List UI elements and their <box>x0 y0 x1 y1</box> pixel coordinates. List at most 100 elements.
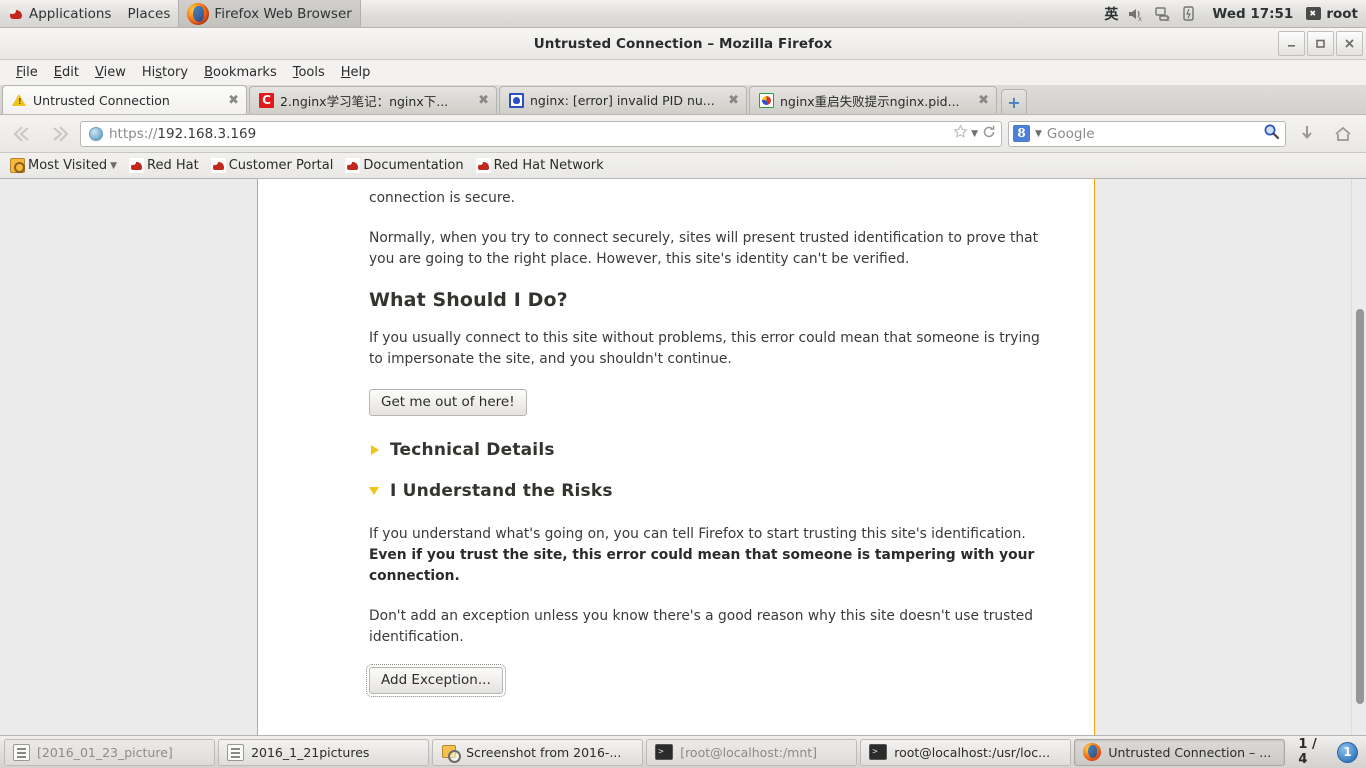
desktop-top-panel: Applications Places Firefox Web Browser … <box>0 0 1366 28</box>
input-method-indicator[interactable]: 英 <box>1104 4 1118 24</box>
bookmark-label: Red Hat Network <box>493 158 604 173</box>
section-i-understand-the-risks[interactable]: I Understand the Risks <box>369 481 1054 501</box>
tab-nginx-study-notes[interactable]: C 2.nginx学习笔记：nginx下... ✖ <box>249 86 497 114</box>
scrollbar-thumb[interactable] <box>1356 309 1364 704</box>
window-controls <box>1278 31 1363 56</box>
places-menu-label: Places <box>127 5 171 22</box>
bookmark-red-hat-network[interactable]: Red Hat Network <box>472 156 610 175</box>
taskbar-item-terminal-mnt[interactable]: [root@localhost:/mnt] <box>646 738 858 766</box>
taskbar-item-label: Screenshot from 2016-... <box>466 744 622 760</box>
section-title: Technical Details <box>390 440 555 460</box>
applications-menu[interactable]: Applications <box>0 0 119 27</box>
downloads-button[interactable] <box>1292 121 1322 147</box>
heading-what-should-i-do: What Should I Do? <box>369 289 568 311</box>
bookmark-label: Customer Portal <box>228 158 334 173</box>
paragraph-dont-add-exception: Don't add an exception unless you know t… <box>369 608 1033 645</box>
pie-icon <box>759 93 774 108</box>
taskbar-item-2016-1-21pictures[interactable]: 2016_1_21pictures <box>218 738 430 766</box>
redhat-menu-icon <box>8 6 24 22</box>
paragraph-understand-lead: If you understand what's going on, you c… <box>369 526 1026 542</box>
menu-history[interactable]: History <box>134 63 196 82</box>
bookmark-label: Most Visited <box>28 158 108 173</box>
panel-window-label: Firefox Web Browser <box>214 5 352 22</box>
menu-help[interactable]: Help <box>333 63 379 82</box>
bookmark-customer-portal[interactable]: Customer Portal <box>207 156 340 175</box>
svg-text:x: x <box>1166 15 1170 22</box>
tab-close-icon[interactable]: ✖ <box>728 93 739 108</box>
new-tab-button[interactable]: + <box>1001 89 1027 114</box>
search-engine-icon[interactable]: 8 <box>1013 125 1030 142</box>
clock[interactable]: Wed 17:51 <box>1208 6 1297 22</box>
taskbar-item-screenshot[interactable]: Screenshot from 2016-... <box>432 738 644 766</box>
home-button[interactable] <box>1328 121 1358 147</box>
menu-edit[interactable]: Edit <box>46 63 87 82</box>
tab-close-icon[interactable]: ✖ <box>478 93 489 108</box>
bookmark-red-hat[interactable]: Red Hat <box>125 156 205 175</box>
url-text: https://192.168.3.169 <box>109 126 947 142</box>
menu-file[interactable]: File <box>8 63 46 82</box>
back-button[interactable] <box>8 121 38 147</box>
tab-untrusted-connection[interactable]: Untrusted Connection ✖ <box>2 85 247 114</box>
battery-icon[interactable] <box>1181 5 1199 22</box>
taskbar-item-terminal-usr-local[interactable]: root@localhost:/usr/loc... <box>860 738 1072 766</box>
screenshot-icon <box>441 744 462 763</box>
warning-icon <box>12 93 27 108</box>
user-menu-label: root <box>1326 5 1358 22</box>
panel-window-firefox[interactable]: Firefox Web Browser <box>178 0 361 27</box>
chevron-down-icon[interactable]: ▼ <box>971 129 978 139</box>
search-icon[interactable] <box>1263 123 1280 144</box>
url-host: 192.168.3.169 <box>157 125 257 142</box>
bookmark-documentation[interactable]: Documentation <box>341 156 469 175</box>
taskbar-item-2016-01-23-picture[interactable]: [2016_01_23_picture] <box>4 738 216 766</box>
tab-nginx-invalid-pid[interactable]: nginx: [error] invalid PID nu... ✖ <box>499 86 747 114</box>
user-menu[interactable]: root <box>1306 6 1358 22</box>
file-manager-icon <box>227 743 245 761</box>
csdn-icon: C <box>259 93 274 108</box>
volume-muted-icon[interactable]: x <box>1127 6 1145 23</box>
most-visited-icon <box>10 158 25 173</box>
menu-tools[interactable]: Tools <box>285 63 333 82</box>
tab-nginx-restart-failed[interactable]: nginx重启失败提示nginx.pid... ✖ <box>749 86 997 114</box>
redhat-icon <box>475 158 491 173</box>
url-bar[interactable]: https://192.168.3.169 ▼ <box>80 120 1002 147</box>
taskbar-item-label: [2016_01_23_picture] <box>37 744 173 760</box>
tab-close-icon[interactable]: ✖ <box>228 93 239 108</box>
redhat-icon <box>129 158 145 173</box>
navigation-toolbar: https://192.168.3.169 ▼ 8 ▼ Google <box>0 115 1366 153</box>
firefox-icon <box>187 2 210 25</box>
search-bar[interactable]: 8 ▼ Google <box>1008 120 1286 147</box>
tab-label: 2.nginx学习笔记：nginx下... <box>280 94 449 109</box>
close-button[interactable] <box>1336 31 1363 56</box>
section-technical-details[interactable]: Technical Details <box>369 440 1054 460</box>
redhat-icon <box>210 158 226 173</box>
star-icon[interactable] <box>953 124 968 143</box>
firefox-window: Untrusted Connection – Mozilla Firefox F… <box>0 28 1366 735</box>
bookmark-most-visited[interactable]: Most Visited ▼ <box>6 156 123 175</box>
triangle-right-icon <box>371 445 379 455</box>
chevron-down-icon[interactable]: ▼ <box>1035 129 1042 139</box>
bookmark-label: Red Hat <box>147 158 199 173</box>
tab-label: nginx重启失败提示nginx.pid... <box>780 94 960 109</box>
reload-icon[interactable] <box>981 124 997 144</box>
forward-button[interactable] <box>44 121 74 147</box>
svg-text:x: x <box>1138 15 1142 22</box>
get-me-out-button[interactable]: Get me out of here! <box>369 389 527 416</box>
page-scrollbar[interactable] <box>1351 179 1366 735</box>
chevron-down-icon[interactable]: ▼ <box>110 161 117 171</box>
tab-close-icon[interactable]: ✖ <box>978 93 989 108</box>
maximize-button[interactable] <box>1307 31 1334 56</box>
menu-view[interactable]: View <box>87 63 134 82</box>
terminal-icon <box>655 744 674 760</box>
tab-strip: Untrusted Connection ✖ C 2.nginx学习笔记：ngi… <box>0 85 1366 115</box>
add-exception-button[interactable]: Add Exception... <box>366 664 506 697</box>
search-input[interactable]: Google <box>1047 126 1258 142</box>
workspace-badge[interactable]: 1 <box>1337 741 1359 763</box>
minimize-button[interactable] <box>1278 31 1305 56</box>
file-manager-icon <box>13 743 30 761</box>
desktop-taskbar: [2016_01_23_picture] 2016_1_21pictures S… <box>0 735 1366 768</box>
places-menu[interactable]: Places <box>119 0 178 27</box>
globe-icon <box>89 126 103 141</box>
menu-bookmarks[interactable]: Bookmarks <box>196 63 285 82</box>
taskbar-item-firefox[interactable]: Untrusted Connection – ... <box>1074 738 1286 766</box>
network-disconnected-icon[interactable]: x <box>1154 6 1172 23</box>
